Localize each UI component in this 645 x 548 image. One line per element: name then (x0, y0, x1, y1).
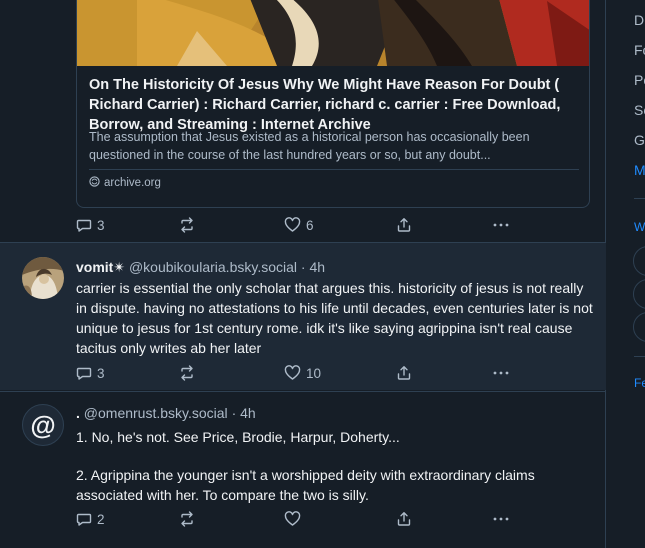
repost-button[interactable] (178, 365, 196, 381)
display-name[interactable]: . (76, 405, 80, 421)
link-card-thumbnail (77, 0, 589, 66)
post-actions: 3 10 (76, 365, 526, 385)
post-actions: 2 (76, 511, 526, 531)
feed: On The Historicity Of Jesus Why We Might… (0, 0, 606, 548)
reply-count: 3 (97, 217, 105, 233)
post-text: carrier is essential the only scholar th… (76, 280, 593, 356)
display-name[interactable]: vomit✴ (76, 259, 125, 275)
post-header: . @omenrust.bsky.social · 4h (76, 404, 256, 422)
like-count: 10 (306, 365, 322, 381)
sidebar-feed-icon[interactable] (633, 279, 645, 309)
timestamp[interactable]: · 4h (301, 259, 325, 275)
heart-icon (284, 217, 301, 233)
ellipsis-icon (492, 511, 510, 527)
repost-icon (178, 217, 196, 233)
sidebar-divider (634, 356, 645, 357)
reply-button[interactable]: 2 (76, 511, 105, 527)
sidebar-link-1[interactable]: D (634, 12, 644, 28)
reply-icon (76, 217, 92, 233)
reply-count: 2 (97, 511, 105, 527)
more-options-button[interactable] (492, 217, 510, 233)
post-omenrust[interactable]: @ . @omenrust.bsky.social · 4h 1. No, he… (0, 391, 606, 548)
reply-button[interactable]: 3 (76, 217, 105, 233)
like-button[interactable]: 10 (284, 365, 321, 381)
more-options-button[interactable] (492, 511, 510, 527)
repost-button[interactable] (178, 217, 196, 233)
repost-button[interactable] (178, 511, 196, 527)
sidebar-link-5[interactable]: G (634, 132, 645, 148)
repost-icon (178, 365, 196, 381)
sidebar-feed-icon[interactable] (633, 312, 645, 342)
avatar[interactable]: @ (22, 404, 64, 446)
like-button[interactable]: 6 (284, 217, 314, 233)
sidebar-divider (634, 198, 645, 199)
share-icon (396, 365, 412, 381)
globe-icon (89, 176, 100, 190)
heart-icon (284, 511, 301, 527)
like-button[interactable] (284, 511, 306, 527)
right-sidebar: D Fo Po Sc G M W Fe (606, 0, 645, 548)
reply-icon (76, 511, 92, 527)
reply-icon (76, 365, 92, 381)
post-text-paragraph-1: 1. No, he's not. See Price, Brodie, Harp… (76, 429, 400, 445)
reply-button[interactable]: 3 (76, 365, 105, 381)
post-with-link-card[interactable]: On The Historicity Of Jesus Why We Might… (0, 0, 606, 242)
link-card-title: On The Historicity Of Jesus Why We Might… (89, 77, 561, 133)
link-card[interactable]: On The Historicity Of Jesus Why We Might… (76, 0, 590, 208)
reply-count: 3 (97, 365, 105, 381)
share-button[interactable] (396, 511, 412, 527)
link-card-description: The assumption that Jesus existed as a h… (89, 130, 530, 162)
sidebar-section-label: W (634, 220, 645, 234)
at-sign-icon: @ (30, 410, 56, 440)
handle[interactable]: @omenrust.bsky.social (84, 405, 228, 421)
post-actions: 3 6 (76, 217, 526, 237)
link-card-divider (89, 169, 579, 170)
post-header: vomit✴ @koubikoularia.bsky.social · 4h (76, 258, 325, 276)
share-button[interactable] (396, 217, 412, 233)
sidebar-more-link[interactable]: M (634, 162, 645, 178)
avatar[interactable] (22, 257, 64, 299)
sidebar-link-2[interactable]: Fo (634, 42, 645, 58)
sidebar-feedback-link[interactable]: Fe (634, 376, 645, 390)
ellipsis-icon (492, 365, 510, 381)
link-card-domain-text: archive.org (104, 177, 161, 189)
share-icon (396, 217, 412, 233)
link-card-domain: archive.org (89, 176, 161, 190)
handle[interactable]: @koubikoularia.bsky.social (129, 259, 297, 275)
share-button[interactable] (396, 365, 412, 381)
repost-icon (178, 511, 196, 527)
post-vomit[interactable]: vomit✴ @koubikoularia.bsky.social · 4h c… (0, 242, 606, 390)
sidebar-feed-icon[interactable] (633, 246, 645, 276)
post-text-paragraph-2: 2. Agrippina the younger isn't a worship… (76, 467, 535, 503)
more-options-button[interactable] (492, 365, 510, 381)
sidebar-link-4[interactable]: Sc (634, 102, 645, 118)
ellipsis-icon (492, 217, 510, 233)
timestamp[interactable]: · 4h (232, 405, 256, 421)
like-count: 6 (306, 217, 314, 233)
sidebar-link-3[interactable]: Po (634, 72, 645, 88)
share-icon (396, 511, 412, 527)
heart-icon (284, 365, 301, 381)
